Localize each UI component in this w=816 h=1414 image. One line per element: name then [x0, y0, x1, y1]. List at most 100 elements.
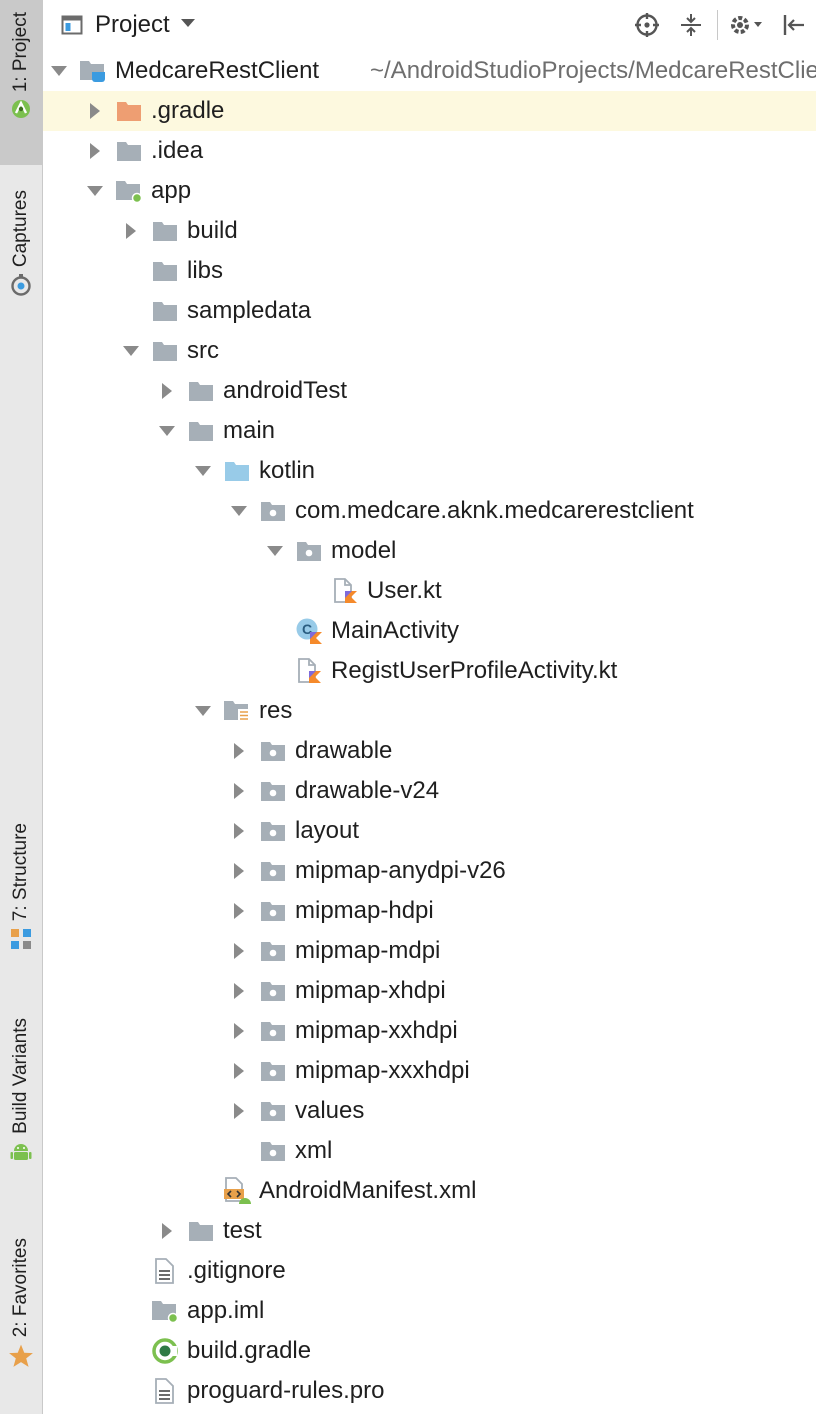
captures-tool-tab[interactable]: Captures: [0, 180, 42, 330]
project-icon: [61, 14, 83, 36]
kotlin-file-icon: [294, 651, 324, 691]
tree-row[interactable]: sampledata: [43, 291, 816, 331]
tree-row[interactable]: build: [43, 211, 816, 251]
expand-arrow-closed-icon[interactable]: [228, 771, 250, 811]
tree-item-label: drawable: [295, 737, 393, 764]
tree-row[interactable]: MedcareRestClient ~/AndroidStudioProjects…: [43, 51, 816, 91]
expand-arrow-closed-icon[interactable]: [228, 1051, 250, 1091]
tree-row[interactable]: src: [43, 331, 816, 371]
project-tree[interactable]: MedcareRestClient ~/AndroidStudioProjects…: [43, 51, 816, 1411]
project-view-title[interactable]: Project: [95, 11, 170, 39]
tree-item-label: main: [223, 417, 276, 444]
expand-arrow-open-icon[interactable]: [156, 411, 178, 451]
hide-panel-icon[interactable]: [772, 0, 816, 50]
expand-arrow-open-icon[interactable]: [228, 491, 250, 531]
expand-arrow-closed-icon[interactable]: [156, 1211, 178, 1251]
tree-row[interactable]: app.iml: [43, 1291, 816, 1331]
expand-arrow-closed-icon[interactable]: [228, 1091, 250, 1131]
tree-row[interactable]: values: [43, 1091, 816, 1131]
tool-window-strip: 1: Project Captures 7: Structure Build V…: [0, 0, 43, 1414]
tree-row[interactable]: app: [43, 171, 816, 211]
expand-arrow-open-icon[interactable]: [192, 691, 214, 731]
source-folder-icon: [222, 451, 252, 491]
tree-row[interactable]: com.medcare.aknk.medcarerestclient: [43, 491, 816, 531]
tree-row[interactable]: model: [43, 531, 816, 571]
expand-arrow-closed-icon[interactable]: [228, 971, 250, 1011]
tree-row[interactable]: .gitignore: [43, 1251, 816, 1291]
tree-row[interactable]: res: [43, 691, 816, 731]
settings-icon[interactable]: [722, 0, 772, 50]
tree-row[interactable]: User.kt: [43, 571, 816, 611]
tree-item-label: MedcareRestClient: [115, 57, 320, 84]
tree-row[interactable]: libs: [43, 251, 816, 291]
tree-item-label: libs: [187, 257, 224, 284]
expand-arrow-closed-icon[interactable]: [228, 891, 250, 931]
tree-item-label: app.iml: [187, 1297, 265, 1324]
project-tool-tab-label: 1: Project: [10, 12, 31, 93]
folder-icon: [186, 1211, 216, 1251]
expand-arrow-closed-icon[interactable]: [84, 91, 106, 131]
tree-item-label: .gitignore: [187, 1257, 286, 1284]
tree-row[interactable]: .gradle: [43, 91, 816, 131]
structure-tool-tab-label: 7: Structure: [10, 823, 31, 922]
tree-item-label: test: [223, 1217, 262, 1244]
tree-item-label: mipmap-xxxhdpi: [295, 1057, 470, 1084]
expand-arrow-open-icon[interactable]: [264, 531, 286, 571]
tree-item-label: MainActivity: [331, 617, 460, 644]
tree-row[interactable]: proguard-rules.pro: [43, 1371, 816, 1411]
expand-arrow-closed-icon[interactable]: [228, 931, 250, 971]
tree-row[interactable]: androidTest: [43, 371, 816, 411]
tree-item-label: sampledata: [187, 297, 312, 324]
tree-row[interactable]: drawable-v24: [43, 771, 816, 811]
tree-row[interactable]: xml: [43, 1131, 816, 1171]
tree-row[interactable]: .idea: [43, 131, 816, 171]
tree-item-label: kotlin: [259, 457, 316, 484]
project-tool-tab[interactable]: 1: Project: [0, 0, 42, 165]
build-variants-tool-tab[interactable]: Build Variants: [0, 1010, 42, 1210]
tree-row[interactable]: AndroidManifest.xml: [43, 1171, 816, 1211]
collapse-all-icon[interactable]: [669, 0, 713, 50]
kotlin-class-icon: C: [294, 611, 324, 651]
expand-arrow-closed-icon[interactable]: [228, 731, 250, 771]
tree-row[interactable]: main: [43, 411, 816, 451]
resource-folder-icon: [222, 691, 252, 731]
tree-item-label: mipmap-hdpi: [295, 897, 434, 924]
expand-arrow-closed-icon[interactable]: [120, 211, 142, 251]
dropdown-arrow-icon[interactable]: [180, 16, 196, 34]
tree-row[interactable]: mipmap-mdpi: [43, 931, 816, 971]
tree-row[interactable]: mipmap-xhdpi: [43, 971, 816, 1011]
favorites-tool-tab[interactable]: 2: Favorites: [0, 1230, 42, 1400]
expand-arrow-closed-icon[interactable]: [228, 851, 250, 891]
tree-row[interactable]: C MainActivity: [43, 611, 816, 651]
tree-row[interactable]: RegistUserProfileActivity.kt: [43, 651, 816, 691]
expand-arrow-closed-icon[interactable]: [228, 811, 250, 851]
tree-row[interactable]: mipmap-anydpi-v26: [43, 851, 816, 891]
expand-arrow-open-icon[interactable]: [84, 171, 106, 211]
structure-tool-tab[interactable]: 7: Structure: [0, 815, 42, 980]
folder-icon: [186, 411, 216, 451]
locate-icon[interactable]: [625, 0, 669, 50]
folder-icon: [150, 211, 180, 251]
tree-row[interactable]: mipmap-xxxhdpi: [43, 1051, 816, 1091]
tree-item-label: drawable-v24: [295, 777, 440, 804]
expand-arrow-closed-icon[interactable]: [156, 371, 178, 411]
tree-item-label: app: [151, 177, 192, 204]
expand-arrow-closed-icon[interactable]: [84, 131, 106, 171]
expand-arrow-open-icon[interactable]: [48, 51, 70, 91]
tree-row[interactable]: mipmap-xxhdpi: [43, 1011, 816, 1051]
tree-row[interactable]: drawable: [43, 731, 816, 771]
tree-row[interactable]: mipmap-hdpi: [43, 891, 816, 931]
package-icon: [258, 491, 288, 531]
tree-row[interactable]: build.gradle: [43, 1331, 816, 1371]
package-icon: [258, 931, 288, 971]
expand-arrow-open-icon[interactable]: [192, 451, 214, 491]
tree-item-label: mipmap-xhdpi: [295, 977, 446, 1004]
expand-arrow-open-icon[interactable]: [120, 331, 142, 371]
tree-row[interactable]: kotlin: [43, 451, 816, 491]
module-folder-icon: [114, 171, 144, 211]
tree-row[interactable]: test: [43, 1211, 816, 1251]
expand-arrow-closed-icon[interactable]: [228, 1011, 250, 1051]
tree-item-label: res: [259, 697, 293, 724]
tree-row[interactable]: layout: [43, 811, 816, 851]
package-icon: [258, 891, 288, 931]
